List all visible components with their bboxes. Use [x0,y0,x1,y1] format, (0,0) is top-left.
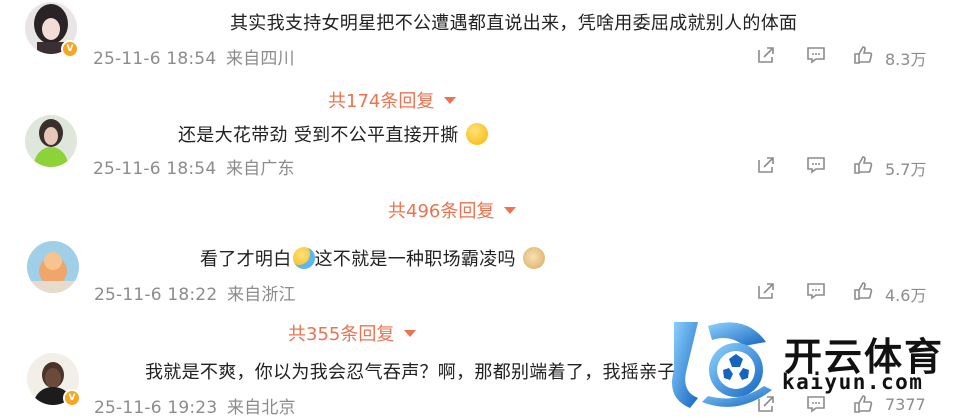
comment-actions: 8.3万 [755,44,955,69]
like-icon [854,46,873,64]
doge-emoji-icon [522,247,545,269]
replies-label: 共174条回复 [328,91,435,112]
comment-icon [807,283,825,300]
avatar[interactable] [27,241,79,293]
comment-item: 还是大花带劲 受到不公平直接开撕 25-11-6 18:54 来自广东 5.7万 [0,112,955,192]
comment-time: 25-11-6 18:54 [93,159,217,179]
like-button[interactable] [852,44,874,68]
share-button[interactable] [755,44,777,68]
comment-item: 看了才明白 这不就是一种职场霸凌吗 25-11-6 18:22 来自浙江 4.6万 [0,232,955,312]
comment-text-content: 还是大花带劲 受到不公平直接开撕 [178,125,459,146]
replies-toggle[interactable]: 共355条回复 [288,320,417,346]
brand-logo-icon [672,322,772,408]
like-button[interactable] [852,154,874,178]
comment-text-part1: 看了才明白 [200,249,292,270]
comment-text: 其实我支持女明星把不公遭遇都直说出来，凭啥用委屈成就别人的体面 [230,13,798,34]
comment-button[interactable] [805,280,827,304]
comment-item: V 其实我支持女明星把不公遭遇都直说出来，凭啥用委屈成就别人的体面 25-11-… [0,0,955,80]
comment-button[interactable] [805,44,827,68]
comment-text: 还是大花带劲 受到不公平直接开撕 [178,121,488,147]
crying-emoji-icon [292,247,315,269]
like-count: 5.7万 [885,160,927,179]
share-icon [758,47,774,63]
comment-location: 来自浙江 [226,285,296,305]
replies-toggle[interactable]: 共496条回复 [388,197,517,223]
comment-actions: 4.6万 [755,280,955,305]
comment-text-part2: 这不就是一种职场霸凌吗 [314,249,516,270]
verified-badge-icon: V [63,389,81,407]
like-icon [854,282,873,300]
comment-meta: 25-11-6 18:54 来自四川 [93,44,295,69]
comment-button[interactable] [805,154,827,178]
comment-time: 25-11-6 18:54 [93,49,217,69]
like-button[interactable] [852,280,874,304]
comment-icon [807,157,825,174]
chevron-down-icon [504,207,517,214]
share-icon [758,283,774,299]
comment-meta: 25-11-6 18:22 来自浙江 [94,280,296,305]
comment-meta: 25-11-6 18:54 来自广东 [93,154,295,179]
like-icon [854,156,873,174]
like-count: 8.3万 [885,50,927,69]
replies-label: 共496条回复 [388,201,495,222]
share-button[interactable] [755,280,777,304]
share-button[interactable] [755,154,777,178]
comment-text: 看了才明白 这不就是一种职场霸凌吗 [200,245,545,271]
comment-location: 来自北京 [226,398,296,418]
comment-actions: 5.7万 [755,154,955,179]
like-count: 4.6万 [885,286,927,305]
replies-label: 共355条回复 [288,324,395,345]
avatar[interactable] [25,115,77,167]
chevron-down-icon [404,330,417,337]
verified-badge-icon: V [61,40,79,58]
comment-location: 来自广东 [225,159,295,179]
replies-toggle[interactable]: 共174条回复 [328,87,457,113]
comment-text: 我就是不爽，你以为我会忍气吞声？啊，那都别端着了，我摇亲子 [145,362,676,383]
comment-time: 25-11-6 19:23 [94,398,218,418]
comment-meta: 25-11-6 19:23 来自北京 [94,393,296,418]
smile-emoji-icon [465,123,488,145]
brand-watermark: 开云体育 kaiyun.com [668,312,955,414]
brand-domain: kaiyun.com [782,370,924,394]
share-icon [758,157,774,173]
chevron-down-icon [444,97,457,104]
comment-time: 25-11-6 18:22 [94,285,218,305]
comment-icon [807,47,825,64]
comment-location: 来自四川 [225,49,295,69]
